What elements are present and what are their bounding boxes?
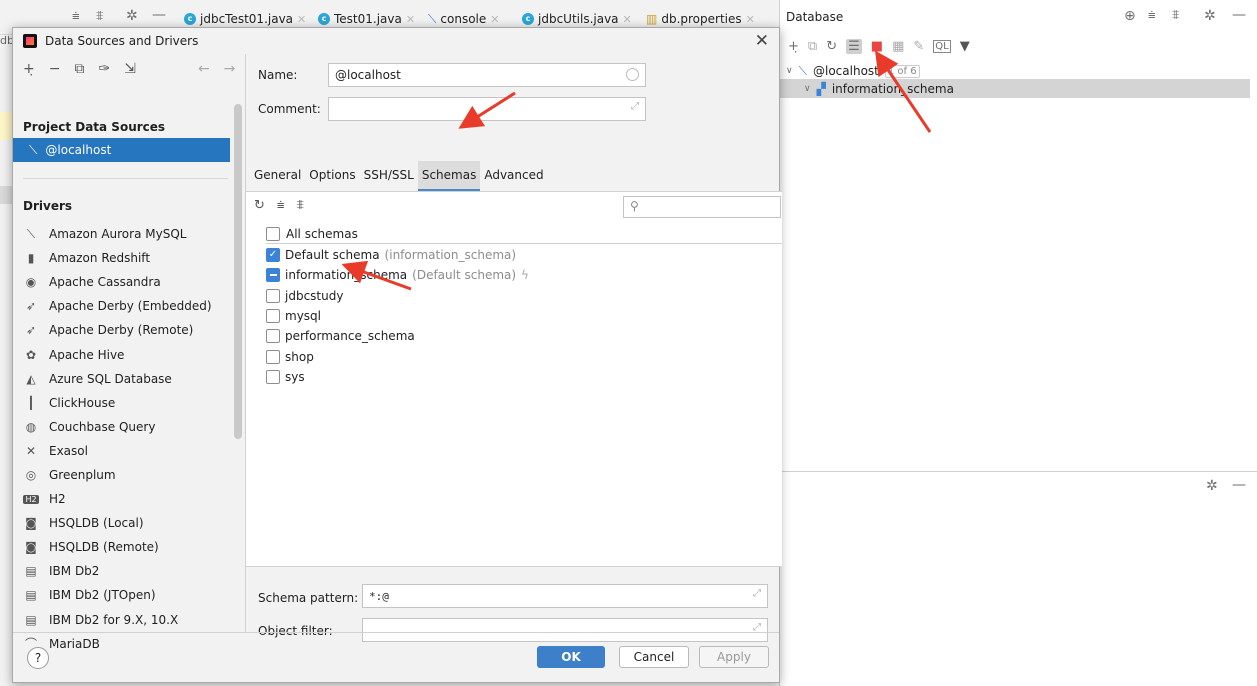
annotation-arrow: [874, 50, 932, 133]
annotation-overlay: [341, 50, 932, 291]
annotation-arrow: [341, 260, 412, 291]
annotation-arrow: [458, 91, 516, 129]
